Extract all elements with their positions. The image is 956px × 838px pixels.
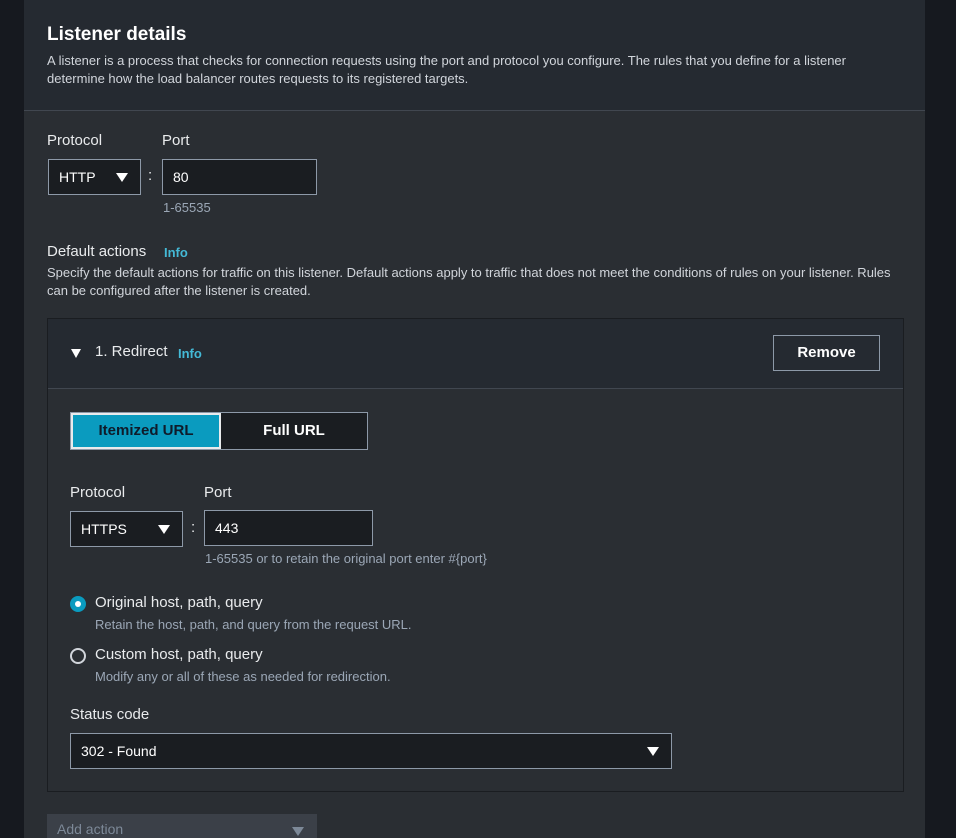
- status-code-select[interactable]: 302 - Found: [70, 733, 672, 769]
- port-input[interactable]: 80: [162, 159, 317, 195]
- redirect-port-label: Port: [204, 484, 232, 501]
- option-original-description: Retain the host, path, and query from th…: [95, 617, 412, 632]
- redirect-port-input-value: 443: [215, 520, 239, 536]
- action-title: 1. Redirect: [95, 343, 168, 360]
- caret-down-icon: [647, 747, 659, 756]
- caret-down-icon: [116, 173, 128, 182]
- page-title: Listener details: [47, 24, 187, 45]
- default-actions-label: Default actions: [47, 243, 147, 260]
- redirect-port-input[interactable]: 443: [204, 510, 373, 546]
- panel-description: A listener is a process that checks for …: [47, 53, 846, 86]
- page: Listener details A listener is a process…: [0, 0, 956, 838]
- left-gutter: [0, 0, 24, 838]
- port-label: Port: [162, 132, 190, 149]
- redirect-protocol-label: Protocol: [70, 484, 126, 501]
- listener-details-panel: Listener details A listener is a process…: [24, 0, 925, 838]
- action-info-link[interactable]: Info: [178, 346, 202, 361]
- redirect-protocol-select[interactable]: HTTPS: [70, 511, 183, 547]
- caret-down-icon: [292, 827, 304, 836]
- redirect-protocol-port-separator: :: [191, 519, 196, 536]
- port-hint: 1-65535: [163, 200, 211, 215]
- protocol-select-value: HTTP: [59, 169, 96, 185]
- remove-button[interactable]: Remove: [773, 335, 880, 371]
- option-original-label[interactable]: Original host, path, query: [95, 594, 263, 611]
- protocol-label: Protocol: [47, 132, 103, 149]
- option-custom-description: Modify any or all of these as needed for…: [95, 669, 391, 684]
- status-code-select-value: 302 - Found: [81, 743, 157, 759]
- tab-itemized-url[interactable]: Itemized URL: [71, 413, 221, 449]
- add-action-select[interactable]: Add action: [47, 814, 317, 838]
- redirect-protocol-select-value: HTTPS: [81, 521, 127, 537]
- panel-header: Listener details A listener is a process…: [24, 0, 925, 111]
- right-gutter: [925, 0, 956, 838]
- protocol-port-separator: :: [148, 167, 153, 184]
- default-actions-info-link[interactable]: Info: [164, 245, 188, 260]
- expand-triangle-icon[interactable]: [71, 349, 81, 358]
- tab-full-url[interactable]: Full URL: [221, 413, 367, 449]
- redirect-port-hint: 1-65535 or to retain the original port e…: [205, 551, 487, 566]
- protocol-select[interactable]: HTTP: [48, 159, 141, 195]
- redirect-action-container: 1. Redirect Info Remove Itemized URL Ful…: [47, 318, 904, 792]
- radio-unselected-icon[interactable]: [70, 648, 86, 664]
- redirect-action-header[interactable]: 1. Redirect Info Remove: [48, 319, 903, 389]
- default-actions-description: Specify the default actions for traffic …: [47, 265, 891, 298]
- option-custom-label[interactable]: Custom host, path, query: [95, 646, 263, 663]
- add-action-placeholder: Add action: [57, 821, 124, 837]
- status-code-label: Status code: [70, 706, 150, 723]
- port-input-value: 80: [173, 169, 189, 185]
- url-type-segmented-control: Itemized URL Full URL: [70, 412, 368, 450]
- caret-down-icon: [158, 525, 170, 534]
- radio-selected-icon[interactable]: [70, 596, 86, 612]
